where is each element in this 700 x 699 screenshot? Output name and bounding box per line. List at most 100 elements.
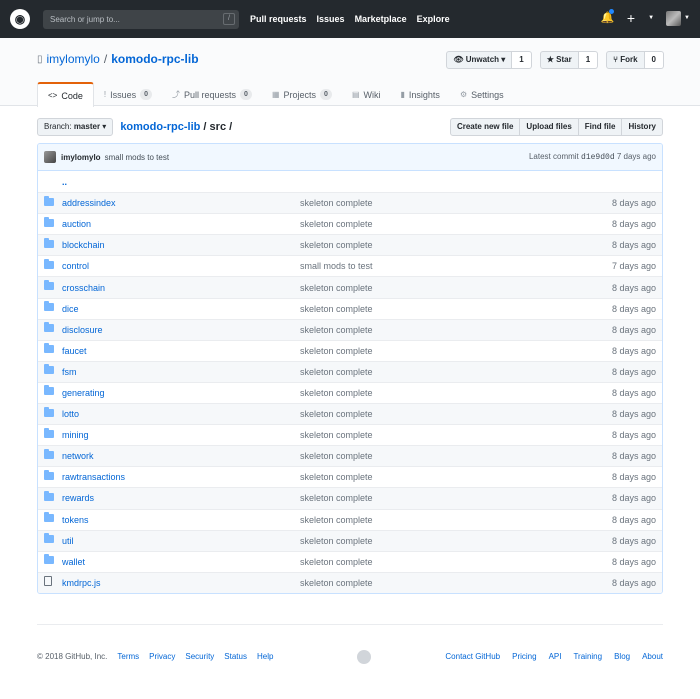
footer-link-about[interactable]: About [642,652,663,661]
file-row[interactable]: dice skeleton complete 8 days ago [38,297,662,319]
breadcrumb-repo-link[interactable]: komodo-rpc-lib [120,121,200,133]
nav-marketplace[interactable]: Marketplace [355,14,407,24]
star-button[interactable]: ★ Star [539,51,579,69]
file-commit-message-link[interactable]: skeleton complete [300,430,373,440]
file-row[interactable]: crosschain skeleton complete 8 days ago [38,276,662,298]
branch-select-button[interactable]: Branch: master ▾ [37,118,114,136]
commit-sha-link[interactable]: d1e9d0d [581,153,615,162]
file-name-link[interactable]: tokens [62,515,300,525]
repo-name-link[interactable]: komodo-rpc-lib [111,52,198,66]
github-logo-icon[interactable]: ◉ [10,9,30,29]
star-count[interactable]: 1 [578,51,599,69]
create-new-plus-icon[interactable]: + [627,10,635,26]
parent-directory-row[interactable]: .. [38,171,662,192]
repo-owner-link[interactable]: imylomylo [47,52,100,66]
file-commit-message-link[interactable]: skeleton complete [300,198,373,208]
file-row[interactable]: faucet skeleton complete 8 days ago [38,339,662,361]
file-commit-message-link[interactable]: skeleton complete [300,515,373,525]
tab-insights[interactable]: ▮ Insights [391,82,450,107]
history-button[interactable]: History [621,118,663,136]
tab-wiki[interactable]: ▤ Wiki [342,82,391,107]
file-commit-message-link[interactable]: skeleton complete [300,557,373,567]
file-commit-message-link[interactable]: skeleton complete [300,388,373,398]
file-name-link[interactable]: addressindex [62,198,300,208]
tab-code[interactable]: <> Code [37,82,94,107]
file-row[interactable]: kmdrpc.js skeleton complete 8 days ago [38,571,662,593]
footer-link-help[interactable]: Help [257,652,273,661]
nav-pull-requests[interactable]: Pull requests [250,14,307,24]
file-commit-message-link[interactable]: skeleton complete [300,409,373,419]
file-name-link[interactable]: dice [62,304,300,314]
find-file-button[interactable]: Find file [577,118,623,136]
footer-link-pricing[interactable]: Pricing [512,652,536,661]
footer-link-api[interactable]: API [549,652,562,661]
file-row[interactable]: control small mods to test 7 days ago [38,255,662,276]
nav-explore[interactable]: Explore [417,14,450,24]
file-name-link[interactable]: lotto [62,409,300,419]
file-commit-message-link[interactable]: skeleton complete [300,536,373,546]
fork-count[interactable]: 0 [644,51,664,69]
file-row[interactable]: lotto skeleton complete 8 days ago [38,403,662,425]
file-commit-message-link[interactable]: skeleton complete [300,451,373,461]
commit-author-avatar[interactable] [44,151,56,163]
nav-issues[interactable]: Issues [317,14,345,24]
file-commit-message-link[interactable]: skeleton complete [300,578,373,588]
footer-link-training[interactable]: Training [573,652,602,661]
file-commit-message-link[interactable]: small mods to test [300,261,373,271]
file-name-link[interactable]: blockchain [62,240,300,250]
file-row[interactable]: blockchain skeleton complete 8 days ago [38,234,662,256]
file-name-link[interactable]: kmdrpc.js [62,578,300,588]
file-name-link[interactable]: crosschain [62,283,300,293]
file-commit-message-link[interactable]: skeleton complete [300,472,373,482]
footer-link-terms[interactable]: Terms [117,652,139,661]
footer-link-blog[interactable]: Blog [614,652,630,661]
commit-message-link[interactable]: small mods to test [105,153,169,162]
file-row[interactable]: network skeleton complete 8 days ago [38,445,662,467]
file-name-link[interactable]: util [62,536,300,546]
file-name-link[interactable]: wallet [62,557,300,567]
watch-count[interactable]: 1 [512,51,532,69]
file-commit-message-link[interactable]: skeleton complete [300,219,373,229]
file-commit-message-link[interactable]: skeleton complete [300,325,373,335]
file-name-link[interactable]: rewards [62,493,300,503]
file-row[interactable]: auction skeleton complete 8 days ago [38,213,662,234]
unwatch-button[interactable]: 👁 Unwatch ▾ [446,51,513,69]
file-commit-message-link[interactable]: skeleton complete [300,346,373,356]
file-row[interactable]: generating skeleton complete 8 days ago [38,381,662,403]
file-row[interactable]: disclosure skeleton complete 8 days ago [38,318,662,340]
file-name-link[interactable]: rawtransactions [62,472,300,482]
upload-files-button[interactable]: Upload files [519,118,579,136]
file-row[interactable]: util skeleton complete 8 days ago [38,529,662,551]
tab-settings[interactable]: ⚙ Settings [450,82,514,107]
file-commit-message-link[interactable]: skeleton complete [300,283,373,293]
file-name-link[interactable]: mining [62,430,300,440]
file-name-link[interactable]: control [62,261,300,271]
parent-directory-link[interactable]: .. [62,177,300,187]
file-commit-message-link[interactable]: skeleton complete [300,493,373,503]
create-new-file-button[interactable]: Create new file [449,118,521,136]
file-commit-message-link[interactable]: skeleton complete [300,240,373,250]
github-mark-icon[interactable] [357,650,371,664]
file-row[interactable]: addressindex skeleton complete 8 days ago [38,192,662,214]
file-row[interactable]: fsm skeleton complete 8 days ago [38,360,662,382]
file-name-link[interactable]: generating [62,388,300,398]
file-row[interactable]: mining skeleton complete 8 days ago [38,424,662,445]
file-name-link[interactable]: fsm [62,367,300,377]
file-name-link[interactable]: network [62,451,300,461]
footer-link-contact[interactable]: Contact GitHub [445,652,500,661]
footer-link-security[interactable]: Security [185,652,214,661]
footer-link-status[interactable]: Status [224,652,247,661]
tab-projects[interactable]: ▦ Projects 0 [262,82,342,107]
file-row[interactable]: rawtransactions skeleton complete 8 days a… [38,466,662,487]
tab-issues[interactable]: ! Issues 0 [94,82,162,107]
user-avatar[interactable] [666,10,682,26]
commit-author-link[interactable]: imylomylo [61,153,101,162]
notifications-bell-icon[interactable]: 🔔 [601,9,615,24]
file-name-link[interactable]: faucet [62,346,300,356]
footer-link-privacy[interactable]: Privacy [149,652,175,661]
file-name-link[interactable]: auction [62,219,300,229]
file-name-link[interactable]: disclosure [62,325,300,335]
fork-button[interactable]: ⑂ Fork [606,51,645,69]
file-commit-message-link[interactable]: skeleton complete [300,304,373,314]
file-row[interactable]: rewards skeleton complete 8 days ago [38,487,662,509]
